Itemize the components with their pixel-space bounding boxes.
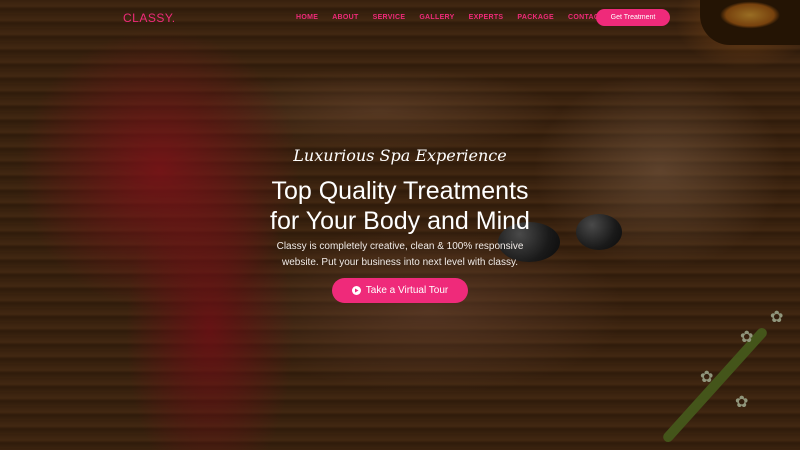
hero-title-line-1: Top Quality Treatments xyxy=(271,177,529,205)
hero-subtitle: Luxurious Spa Experience xyxy=(293,146,507,165)
hero-description-line-2: website. Put your business into next lev… xyxy=(281,257,519,268)
hero-title-line-2: for Your Body and Mind xyxy=(270,207,530,235)
play-circle-icon xyxy=(351,286,361,295)
virtual-tour-button[interactable]: Take a Virtual Tour xyxy=(332,278,468,303)
virtual-tour-label: Take a Virtual Tour xyxy=(365,285,449,296)
hero-section: Luxurious Spa Experience Top Quality Tre… xyxy=(0,0,800,450)
hero-description-line-1: Classy is completely creative, clean & 1… xyxy=(276,241,524,252)
